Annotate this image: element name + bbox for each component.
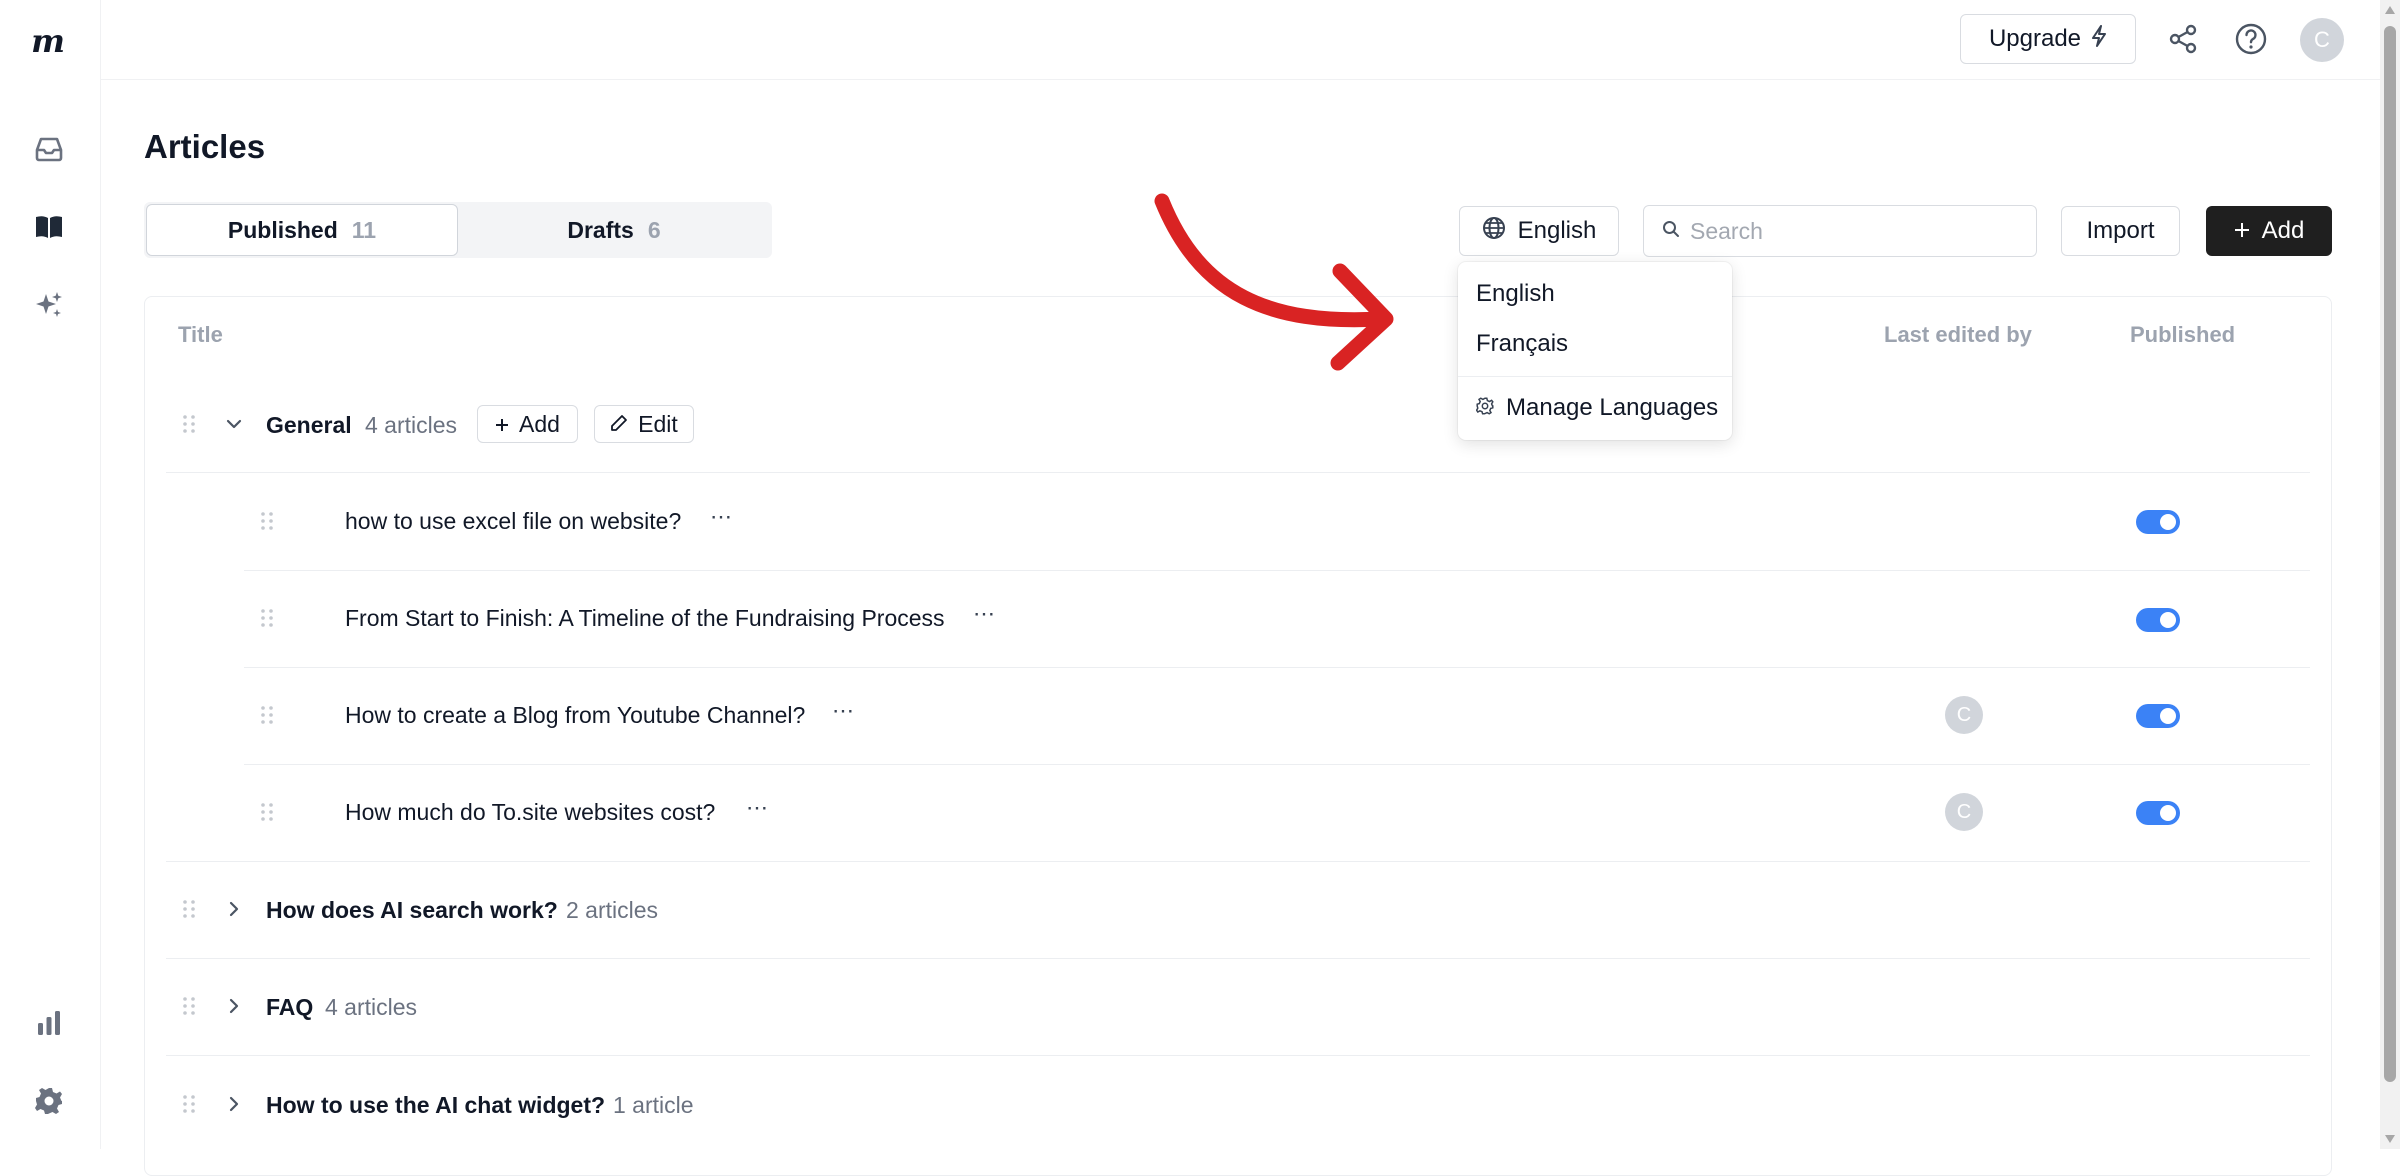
published-toggle[interactable] [2136, 801, 2180, 825]
drag-handle-icon[interactable] [182, 899, 196, 919]
group-add-label: Add [519, 410, 560, 437]
group-edit-button[interactable]: Edit [594, 405, 694, 443]
sidebar: m [0, 0, 101, 1149]
search-input[interactable] [1690, 217, 2020, 245]
published-toggle[interactable] [2136, 704, 2180, 728]
more-options-icon[interactable]: ⋯ [832, 698, 855, 724]
page-title: Articles [144, 128, 266, 165]
gear-icon[interactable] [32, 1084, 66, 1118]
chevron-right-icon[interactable] [224, 996, 244, 1016]
group-title[interactable]: General [266, 412, 352, 439]
group-count: 4 articles [325, 994, 418, 1020]
manage-languages-item[interactable]: Manage Languages [1475, 394, 1719, 422]
drag-handle-icon[interactable] [260, 705, 274, 725]
drag-handle-icon[interactable] [182, 414, 196, 434]
divider [244, 667, 2310, 668]
scroll-down-icon[interactable] [2385, 1135, 2395, 1143]
chart-icon[interactable] [32, 1006, 66, 1040]
add-button[interactable]: Add [2206, 206, 2332, 256]
column-header-published: Published [2130, 322, 2236, 347]
more-options-icon[interactable]: ⋯ [973, 601, 996, 627]
add-label: Add [2261, 217, 2305, 244]
group-count: 4 articles [365, 412, 458, 438]
group-title[interactable]: How does AI search work? [266, 897, 558, 924]
published-toggle[interactable] [2136, 510, 2180, 534]
help-icon[interactable] [2232, 20, 2270, 58]
tab-published[interactable]: Published 11 [146, 204, 458, 256]
drag-handle-icon[interactable] [260, 802, 274, 822]
import-button[interactable]: Import [2061, 206, 2180, 256]
column-header-title: Title [178, 322, 223, 347]
articles-table [144, 296, 2332, 1176]
language-option-french[interactable]: Français [1476, 330, 1568, 358]
group-edit-label: Edit [638, 410, 678, 437]
tab-label: Published [227, 216, 338, 243]
chevron-right-icon[interactable] [224, 1094, 244, 1114]
user-avatar[interactable]: C [2300, 18, 2344, 62]
sparkles-icon[interactable] [32, 288, 66, 322]
scroll-thumb[interactable] [2384, 26, 2396, 1082]
tab-count: 6 [647, 216, 661, 243]
plus-icon [2234, 217, 2250, 245]
search-box[interactable] [1643, 205, 2037, 257]
divider [166, 958, 2310, 959]
more-options-icon[interactable]: ⋯ [746, 795, 769, 821]
lightning-icon [2091, 24, 2107, 54]
group-title[interactable]: FAQ [266, 994, 313, 1021]
app-logo[interactable]: m [29, 22, 67, 60]
scrollbar[interactable] [2380, 0, 2400, 1149]
more-options-icon[interactable]: ⋯ [710, 504, 733, 530]
manage-languages-label: Manage Languages [1506, 394, 1719, 421]
divider [166, 472, 2310, 473]
article-title[interactable]: how to use excel file on website? [345, 508, 681, 535]
scroll-up-icon[interactable] [2385, 6, 2395, 14]
pencil-icon [610, 411, 628, 438]
tab-drafts[interactable]: Drafts 6 [458, 204, 770, 256]
divider [244, 764, 2310, 765]
language-selector[interactable]: English [1459, 206, 1619, 256]
group-count: 1 article [613, 1092, 694, 1118]
upgrade-button[interactable]: Upgrade [1960, 14, 2136, 64]
status-tabs: Published 11 Drafts 6 [144, 202, 772, 258]
drag-handle-icon[interactable] [260, 608, 274, 628]
language-label: English [1517, 217, 1597, 244]
drag-handle-icon[interactable] [182, 1094, 196, 1114]
published-toggle[interactable] [2136, 608, 2180, 632]
drag-handle-icon[interactable] [260, 511, 274, 531]
inbox-icon[interactable] [32, 132, 66, 166]
upgrade-label: Upgrade [1988, 25, 2082, 52]
book-icon[interactable] [32, 210, 66, 244]
column-header-last-edited: Last edited by [1884, 322, 2032, 347]
gear-icon [1475, 394, 1494, 422]
editor-avatar: C [1945, 793, 1983, 831]
divider [244, 570, 2310, 571]
tab-label: Drafts [567, 216, 634, 243]
chevron-down-icon[interactable] [224, 414, 244, 434]
tab-count: 11 [351, 216, 377, 243]
divider [166, 1055, 2310, 1056]
editor-avatar: C [1945, 696, 1983, 734]
divider [166, 861, 2310, 862]
group-count: 2 articles [566, 897, 659, 923]
article-title[interactable]: From Start to Finish: A Timeline of the … [345, 605, 945, 632]
chevron-right-icon[interactable] [224, 899, 244, 919]
plus-icon [495, 411, 509, 438]
language-option-english[interactable]: English [1476, 280, 1555, 308]
annotation-arrow-icon [1154, 193, 1394, 371]
article-title[interactable]: How to create a Blog from Youtube Channe… [345, 702, 805, 729]
drag-handle-icon[interactable] [182, 996, 196, 1016]
search-icon [1662, 220, 1680, 243]
article-title[interactable]: How much do To.site websites cost? [345, 799, 715, 826]
language-dropdown: English Français Manage Languages [1458, 262, 1732, 440]
group-title[interactable]: How to use the AI chat widget? [266, 1092, 605, 1119]
globe-icon [1482, 216, 1506, 247]
group-add-button[interactable]: Add [477, 405, 578, 443]
divider [1458, 376, 1732, 377]
share-icon[interactable] [2164, 20, 2202, 58]
